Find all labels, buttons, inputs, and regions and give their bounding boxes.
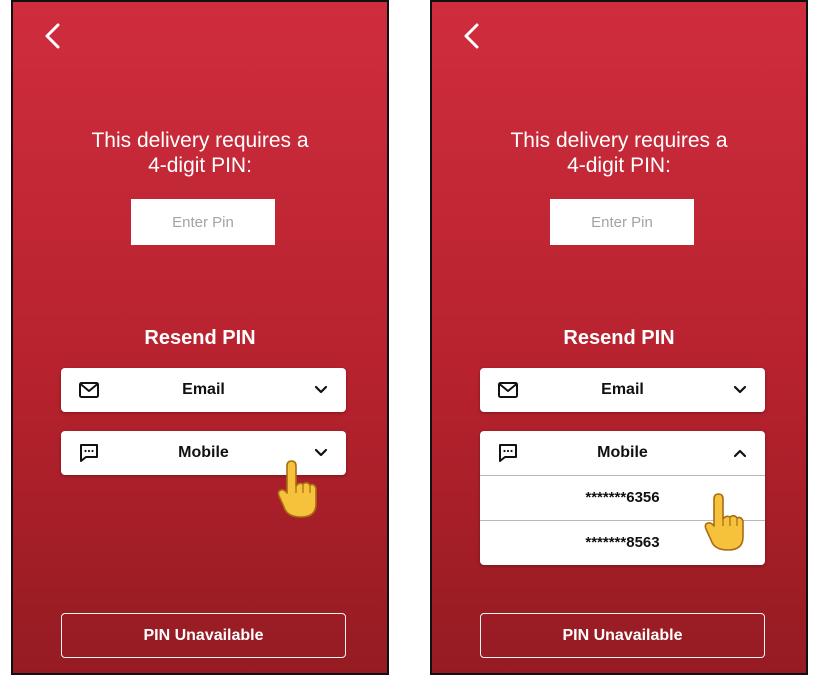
email-dropdown-header[interactable]: Email [480, 368, 765, 412]
back-button[interactable] [41, 22, 65, 50]
chevron-up-icon [733, 446, 747, 460]
title-line-1: This delivery requires a [510, 129, 728, 152]
back-button[interactable] [460, 22, 484, 50]
pin-input[interactable] [550, 199, 694, 245]
email-dropdown[interactable]: Email [480, 368, 765, 412]
email-label: Email [182, 381, 225, 398]
mobile-dropdown-header[interactable]: Mobile [480, 431, 765, 475]
screen-expanded: This delivery requires a 4-digit PIN: Re… [430, 0, 808, 675]
email-dropdown-header[interactable]: Email [61, 368, 346, 412]
pointing-hand-icon [275, 460, 319, 518]
title-line-2: 4-digit PIN: [148, 154, 252, 177]
email-dropdown[interactable]: Email [61, 368, 346, 412]
chevron-left-icon [464, 23, 479, 49]
mobile-label: Mobile [597, 444, 648, 461]
pin-unavailable-button[interactable]: PIN Unavailable [61, 613, 346, 658]
title-line-1: This delivery requires a [91, 129, 309, 152]
pin-prompt-title: This delivery requires a 4-digit PIN: [432, 128, 806, 178]
chevron-down-icon [314, 446, 328, 460]
pin-unavailable-button[interactable]: PIN Unavailable [480, 613, 765, 658]
chevron-left-icon [45, 23, 60, 49]
resend-pin-heading: Resend PIN [563, 327, 675, 349]
pin-input[interactable] [131, 199, 275, 245]
pointing-hand-icon [702, 493, 746, 551]
chevron-down-icon [314, 383, 328, 397]
title-line-2: 4-digit PIN: [567, 154, 671, 177]
email-label: Email [601, 381, 644, 398]
resend-pin-heading: Resend PIN [144, 327, 256, 349]
pin-prompt-title: This delivery requires a 4-digit PIN: [13, 128, 387, 178]
screen-collapsed: This delivery requires a 4-digit PIN: Re… [11, 0, 389, 675]
chevron-down-icon [733, 383, 747, 397]
